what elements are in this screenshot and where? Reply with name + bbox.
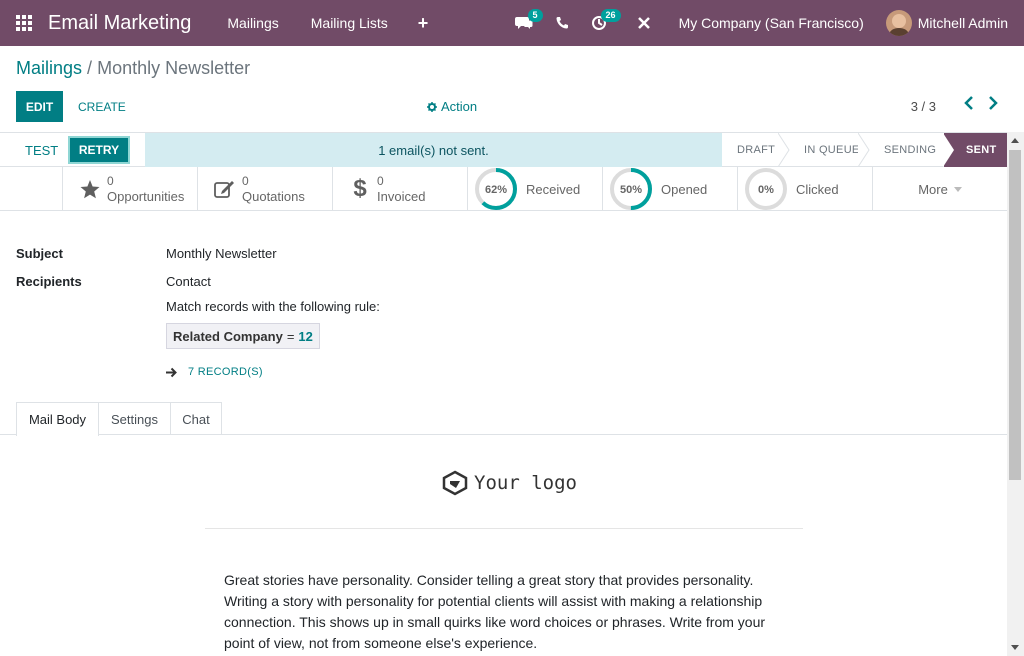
tab-chat[interactable]: Chat: [170, 402, 222, 435]
tab-mail-body[interactable]: Mail Body: [16, 402, 99, 436]
retry-button[interactable]: RETRY: [68, 136, 130, 164]
rule-field: Related Company: [173, 328, 283, 344]
star-icon: [73, 179, 107, 199]
stage-draft[interactable]: DRAFT: [722, 133, 790, 167]
chat-icon[interactable]: 5: [505, 0, 543, 46]
dollar-icon: $: [353, 175, 367, 202]
stat-invoiced[interactable]: $ 0 Invoiced: [332, 167, 467, 211]
svg-text:62%: 62%: [485, 184, 507, 196]
user-name: Mitchell Admin: [917, 15, 1008, 31]
test-button[interactable]: TEST: [17, 137, 66, 163]
chat-badge: 5: [527, 9, 543, 22]
recipients-value: Contact: [166, 274, 211, 289]
stage-in-queue[interactable]: IN QUEUE: [784, 133, 870, 167]
edit-button[interactable]: EDIT: [16, 91, 63, 122]
breadcrumb-separator: /: [87, 58, 93, 78]
stage-sent[interactable]: SENT: [943, 133, 1010, 167]
stat-quotations[interactable]: 0 Quotations: [197, 167, 332, 211]
opened-gauge: 50%: [609, 167, 653, 211]
not-sent-alert: 1 email(s) not sent.: [145, 133, 722, 167]
company-switcher[interactable]: My Company (San Francisco): [663, 15, 886, 31]
subject-label: Subject: [16, 246, 63, 261]
app-brand[interactable]: Email Marketing: [48, 12, 191, 35]
domain-rule: Related Company = 12: [166, 323, 320, 349]
clicked-gauge: 0%: [744, 167, 788, 211]
top-navbar: Email Marketing Mailings Mailing Lists +…: [0, 0, 1024, 46]
mail-divider: [205, 528, 803, 529]
stage-sending[interactable]: SENDING: [864, 133, 944, 167]
stat-received[interactable]: 62% Received: [467, 167, 602, 211]
phone-icon[interactable]: [543, 0, 581, 46]
received-gauge: 62%: [474, 167, 518, 211]
plus-icon[interactable]: +: [404, 13, 443, 34]
mail-paragraph: Great stories have personality. Consider…: [224, 572, 766, 651]
activity-badge: 26: [600, 9, 621, 22]
activity-icon[interactable]: 26: [581, 0, 621, 46]
records-link[interactable]: 7 RECORD(S): [166, 366, 263, 378]
more-button[interactable]: More: [872, 167, 1007, 211]
rule-operator: =: [286, 328, 295, 344]
mail-logo: Your logo: [442, 470, 577, 496]
menu-mailings[interactable]: Mailings: [211, 0, 294, 46]
pager-value[interactable]: 3 / 3: [911, 99, 936, 114]
breadcrumb-current: Monthly Newsletter: [97, 58, 251, 78]
status-bar: TEST RETRY 1 email(s) not sent. DRAFT IN…: [0, 132, 1010, 167]
svg-text:50%: 50%: [620, 184, 642, 196]
action-menu[interactable]: Action: [427, 99, 477, 114]
arrow-right-icon: [166, 367, 177, 377]
debug-tools-icon[interactable]: [621, 0, 663, 46]
stat-opportunities[interactable]: 0 Opportunities: [62, 167, 197, 211]
avatar: [885, 10, 912, 36]
svg-text:0%: 0%: [758, 184, 774, 196]
tab-settings[interactable]: Settings: [98, 402, 171, 435]
breadcrumb: Mailings / Monthly Newsletter: [16, 58, 250, 79]
logo-icon: [442, 470, 468, 496]
scroll-up-icon[interactable]: [1011, 138, 1019, 143]
chevron-right-icon[interactable]: [988, 96, 998, 115]
user-menu[interactable]: Mitchell Admin: [885, 10, 1024, 36]
chevron-left-icon[interactable]: [964, 96, 974, 115]
rule-intro: Match records with the following rule:: [166, 299, 380, 314]
menu-mailing-lists[interactable]: Mailing Lists: [295, 0, 404, 46]
notebook-tabs: Mail Body Settings Chat: [0, 402, 1007, 436]
caret-down-icon: [953, 186, 962, 192]
stat-opened[interactable]: 50% Opened: [602, 167, 737, 211]
action-label: Action: [441, 99, 478, 114]
gear-icon: [427, 101, 437, 112]
apps-menu-icon[interactable]: [0, 0, 48, 46]
stat-buttons: 0 Opportunities 0 Quotations $ 0 Invoiced 6…: [0, 167, 1007, 211]
stage-pipeline: DRAFT IN QUEUE SENDING SENT: [722, 133, 1010, 167]
scrollbar[interactable]: [1007, 132, 1024, 656]
stat-clicked[interactable]: 0% Clicked: [737, 167, 872, 211]
pencil-square-icon: [208, 179, 242, 199]
recipients-label: Recipients: [16, 274, 82, 289]
scroll-thumb[interactable]: [1009, 150, 1021, 480]
rule-value: 12: [298, 328, 313, 344]
scroll-down-icon[interactable]: [1011, 645, 1019, 650]
create-button[interactable]: CREATE: [70, 91, 134, 122]
subject-value: Monthly Newsletter: [166, 246, 277, 261]
breadcrumb-mailings[interactable]: Mailings: [16, 58, 82, 78]
